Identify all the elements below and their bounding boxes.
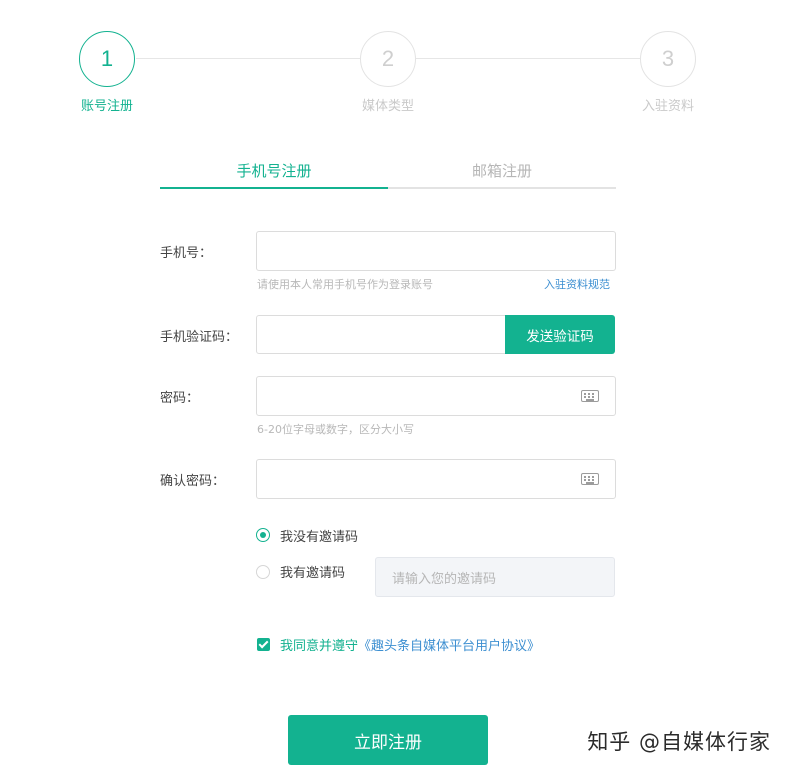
- step-1-label: 账号注册: [80, 99, 133, 114]
- code-label: 手机验证码：: [160, 330, 239, 345]
- phone-label: 手机号：: [160, 246, 213, 261]
- zhihu-watermark: 知乎 @自媒体行家: [587, 730, 771, 754]
- tab-phone-register[interactable]: 手机号注册: [160, 160, 388, 188]
- step-3-circle: 3: [640, 31, 696, 87]
- agree-checkbox[interactable]: [257, 638, 270, 651]
- confirm-keyboard-icon[interactable]: [581, 473, 599, 485]
- invite-code-placeholder: 请输入您的邀请码: [392, 571, 497, 587]
- step-2-circle: 2: [360, 31, 416, 87]
- step-3-number: 3: [661, 46, 675, 71]
- no-invite-radio[interactable]: [256, 528, 270, 542]
- phone-hint: 请使用本人常用手机号作为登录账号: [257, 278, 433, 291]
- tab-email-underline: [388, 187, 616, 189]
- tab-phone-underline: [160, 187, 388, 189]
- code-input[interactable]: [256, 315, 506, 354]
- no-invite-label[interactable]: 我没有邀请码: [280, 526, 358, 545]
- agreement-link[interactable]: 《趣头条自媒体平台用户协议》: [358, 639, 540, 654]
- has-invite-radio[interactable]: [256, 565, 270, 579]
- invite-code-input[interactable]: 请输入您的邀请码: [375, 557, 615, 597]
- password-input[interactable]: [256, 376, 616, 416]
- rules-link[interactable]: 入驻资料规范: [544, 276, 610, 292]
- step-2-label: 媒体类型: [361, 99, 414, 114]
- confirm-password-label: 确认密码：: [160, 474, 226, 489]
- step-1-circle: 1: [79, 31, 135, 87]
- agree-prefix: 我同意并遵守: [280, 639, 359, 654]
- has-invite-label[interactable]: 我有邀请码: [280, 562, 345, 581]
- tab-email-register[interactable]: 邮箱注册: [388, 160, 616, 188]
- step-connector-1: [136, 58, 360, 59]
- send-code-button[interactable]: 发送验证码: [505, 315, 615, 354]
- step-3-label: 入驻资料: [641, 99, 694, 114]
- password-keyboard-icon[interactable]: [581, 390, 599, 402]
- step-1-number: 1: [100, 46, 114, 71]
- password-label: 密码：: [160, 391, 200, 406]
- password-hint: 6-20位字母或数字，区分大小写: [257, 423, 414, 436]
- step-connector-2: [416, 58, 640, 59]
- phone-input[interactable]: [256, 231, 616, 271]
- step-2-number: 2: [381, 46, 395, 71]
- register-button[interactable]: 立即注册: [288, 715, 488, 765]
- agree-text: 我同意并遵守《趣头条自媒体平台用户协议》: [280, 635, 540, 654]
- confirm-password-input[interactable]: [256, 459, 616, 499]
